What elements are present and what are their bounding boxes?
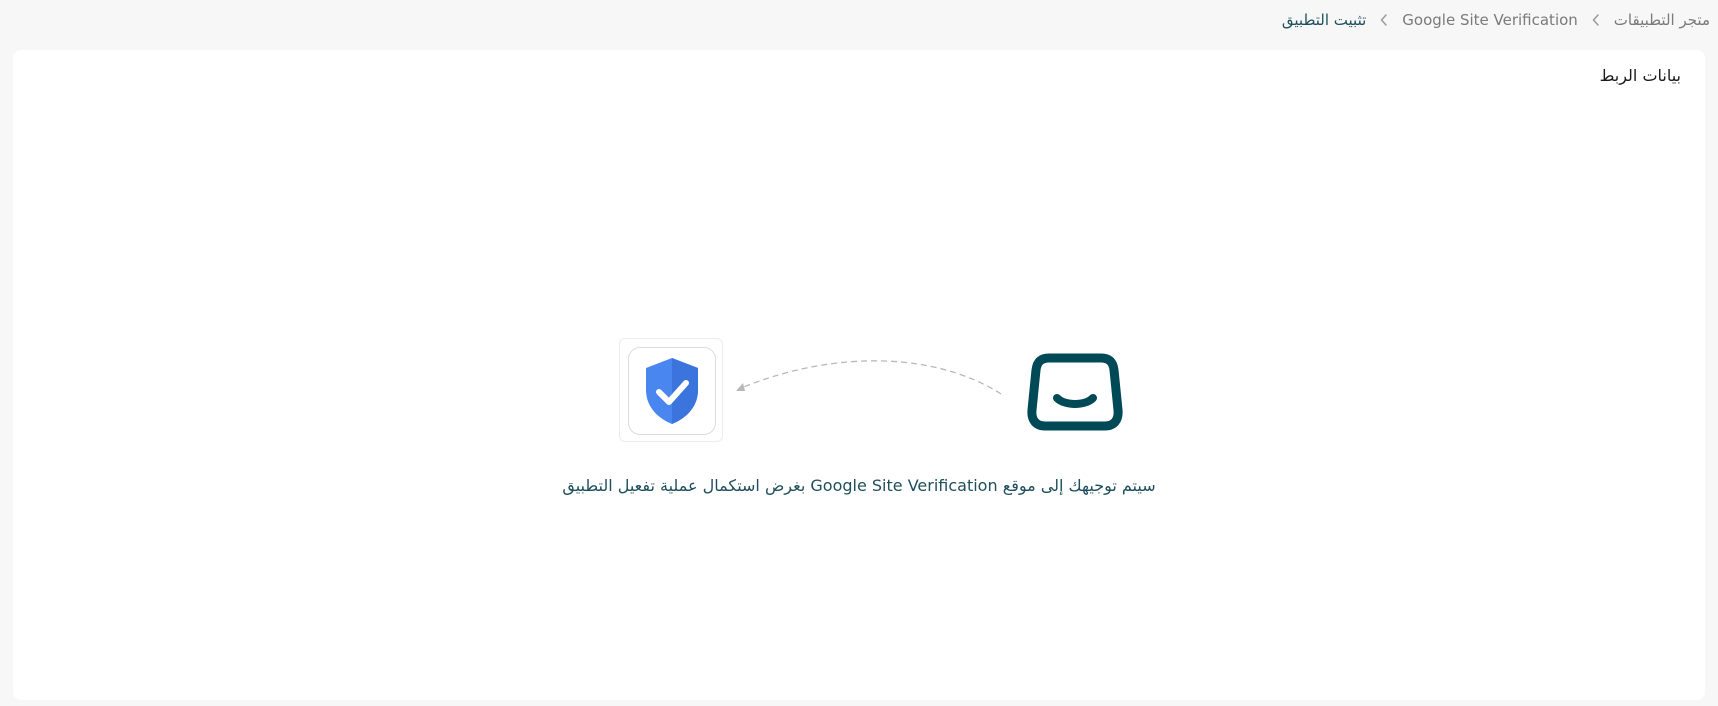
shield-check-icon bbox=[646, 358, 698, 424]
breadcrumb-current: تثبيت التطبيق bbox=[1281, 11, 1367, 29]
chevron-left-icon bbox=[1592, 14, 1600, 26]
breadcrumb-link-app-name[interactable]: Google Site Verification bbox=[1402, 11, 1578, 29]
salla-logo-icon bbox=[1027, 353, 1123, 431]
app-tile bbox=[619, 338, 723, 442]
app-icon-frame bbox=[628, 347, 716, 435]
connection-flow bbox=[603, 336, 1143, 466]
connection-card: بيانات الربط bbox=[13, 50, 1705, 700]
dashed-arrow-icon bbox=[736, 360, 1002, 395]
redirect-message: سيتم توجيهك إلى موقع Google Site Verific… bbox=[562, 476, 1156, 495]
chevron-left-icon bbox=[1380, 14, 1388, 26]
breadcrumb: متجر التطبيقات Google Site Verification … bbox=[1282, 0, 1718, 40]
card-title: بيانات الربط bbox=[1599, 66, 1681, 85]
breadcrumb-link-app-store[interactable]: متجر التطبيقات bbox=[1614, 11, 1710, 29]
